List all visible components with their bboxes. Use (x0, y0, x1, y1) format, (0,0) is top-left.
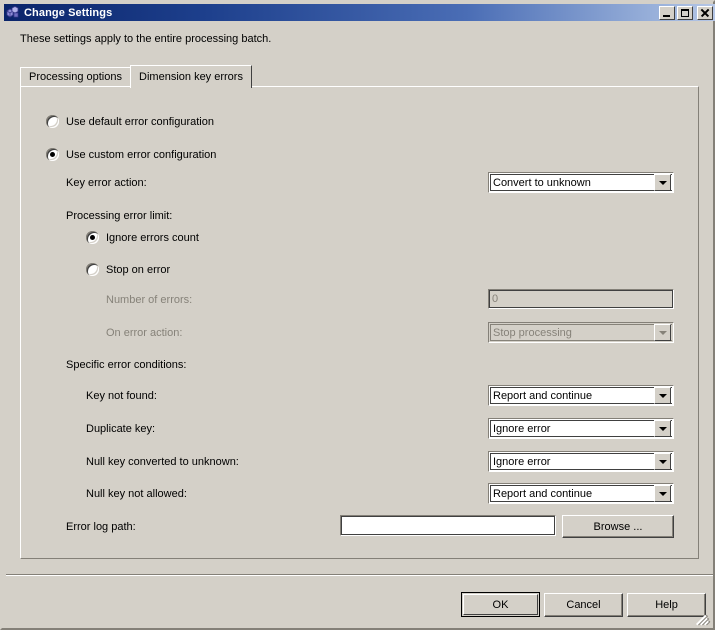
radio-circle (86, 263, 99, 276)
tab-label: Dimension key errors (139, 71, 243, 83)
help-button[interactable]: Help (627, 593, 706, 617)
window-title: Change Settings (24, 6, 113, 19)
ok-button[interactable]: OK (461, 592, 540, 617)
error-log-path-input[interactable] (340, 515, 556, 536)
button-label: Cancel (566, 599, 601, 611)
number-of-errors-input: 0 (488, 289, 674, 309)
chevron-down-icon[interactable] (654, 387, 671, 404)
combo-value: Ignore error (493, 455, 551, 468)
duplicate-key-combo[interactable]: Ignore error (488, 418, 674, 439)
processing-error-limit-label: Processing error limit: (66, 210, 173, 222)
radio-circle (86, 231, 99, 244)
key-error-action-combo[interactable]: Convert to unknown (488, 172, 674, 193)
browse-button[interactable]: Browse ... (562, 515, 674, 538)
combo-value: Stop processing (493, 326, 572, 339)
radio-stop-on-error[interactable]: Stop on error (86, 263, 170, 276)
window-controls (659, 5, 713, 20)
tab-dimension-key-errors[interactable]: Dimension key errors (130, 65, 252, 88)
maximize-button[interactable] (677, 5, 693, 20)
dimension-key-errors-panel: Use default error configuration Use cust… (20, 86, 699, 559)
close-button[interactable] (697, 5, 713, 20)
chevron-down-icon[interactable] (654, 453, 671, 470)
radio-use-custom-error-config[interactable]: Use custom error configuration (46, 148, 216, 161)
key-error-action-label: Key error action: (66, 177, 147, 189)
button-label: Browse ... (593, 520, 643, 533)
chevron-down-icon (654, 324, 671, 341)
number-of-errors-label: Number of errors: (106, 294, 193, 306)
chevron-down-icon[interactable] (654, 174, 671, 191)
null-key-not-allowed-combo[interactable]: Report and continue (488, 483, 674, 504)
combo-value: Convert to unknown (493, 176, 591, 189)
radio-label: Stop on error (106, 263, 171, 276)
key-not-found-label: Key not found: (86, 390, 157, 402)
cube-settings-icon (5, 5, 21, 20)
cancel-button[interactable]: Cancel (544, 593, 623, 617)
combo-value: Report and continue (493, 389, 593, 402)
tab-label: Processing options (29, 71, 122, 83)
title-bar[interactable]: Change Settings (4, 4, 715, 21)
key-not-found-combo[interactable]: Report and continue (488, 385, 674, 406)
duplicate-key-label: Duplicate key: (86, 423, 156, 435)
combo-value: Report and continue (493, 487, 593, 500)
null-key-converted-combo[interactable]: Ignore error (488, 451, 674, 472)
chevron-down-icon[interactable] (654, 485, 671, 502)
radio-circle (46, 148, 59, 161)
null-key-converted-label: Null key converted to unknown: (86, 456, 239, 468)
change-settings-dialog: Change Settings These settings apply to … (0, 0, 715, 630)
null-key-not-allowed-label: Null key not allowed: (86, 488, 187, 500)
radio-use-default-error-config[interactable]: Use default error configuration (46, 115, 214, 128)
button-label: Help (655, 599, 678, 611)
on-error-action-label: On error action: (106, 327, 183, 339)
radio-label: Ignore errors count (106, 231, 199, 244)
chevron-down-icon[interactable] (654, 420, 671, 437)
tab-processing-options[interactable]: Processing options (20, 67, 131, 86)
specific-error-conditions-label: Specific error conditions: (66, 359, 187, 371)
button-label: OK (492, 598, 509, 611)
resize-grip[interactable] (696, 612, 710, 626)
footer-separator (6, 574, 713, 576)
on-error-action-combo: Stop processing (488, 322, 674, 343)
minimize-button[interactable] (659, 5, 675, 20)
combo-value: Ignore error (493, 422, 551, 435)
radio-circle (46, 115, 59, 128)
intro-text: These settings apply to the entire proce… (20, 33, 272, 45)
error-log-path-label: Error log path: (66, 521, 136, 533)
input-value: 0 (492, 293, 499, 305)
radio-label: Use default error configuration (66, 115, 214, 128)
radio-ignore-errors-count[interactable]: Ignore errors count (86, 231, 199, 244)
radio-label: Use custom error configuration (66, 148, 217, 161)
